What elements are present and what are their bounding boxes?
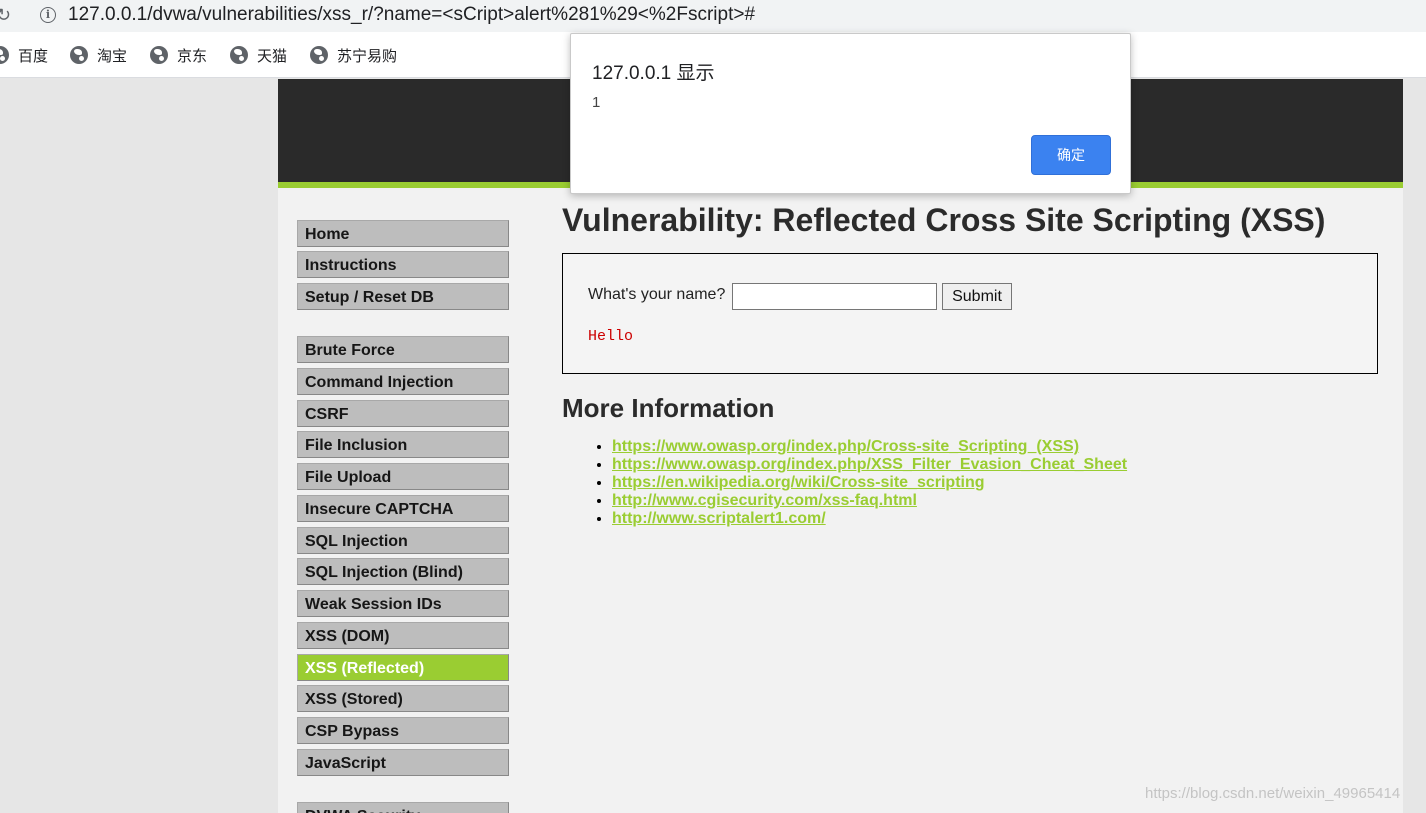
- reload-icon[interactable]: ↻: [0, 5, 11, 26]
- globe-icon: [310, 46, 328, 64]
- bookmark-label: 天猫: [257, 47, 288, 65]
- list-item: http://www.scriptalert1.com/: [612, 510, 1127, 528]
- sidebar-item-sql-injection[interactable]: SQL Injection: [297, 527, 509, 554]
- reference-links: https://www.owasp.org/index.php/Cross-si…: [612, 438, 1127, 528]
- reference-link[interactable]: http://www.scriptalert1.com/: [612, 510, 826, 527]
- sidebar-item-sql-injection-blind[interactable]: SQL Injection (Blind): [297, 558, 509, 585]
- bookmark-label: 苏宁易购: [337, 47, 398, 65]
- address-bar: ↻ i 127.0.0.1/dvwa/vulnerabilities/xss_r…: [0, 0, 1426, 32]
- list-item: https://en.wikipedia.org/wiki/Cross-site…: [612, 474, 1127, 492]
- globe-icon: [150, 46, 168, 64]
- sidebar-item-insecure-captcha[interactable]: Insecure CAPTCHA: [297, 495, 509, 522]
- list-item: https://www.owasp.org/index.php/Cross-si…: [612, 438, 1127, 456]
- bookmark-label: 淘宝: [97, 47, 128, 65]
- name-label: What's your name?: [588, 286, 726, 303]
- bookmark-item[interactable]: 百度: [0, 45, 48, 65]
- sidebar-item-csp-bypass[interactable]: CSP Bypass: [297, 717, 509, 744]
- sidebar-item-xss-dom[interactable]: XSS (DOM): [297, 622, 509, 649]
- reflected-output: Hello: [588, 328, 634, 345]
- sidebar-item-instructions[interactable]: Instructions: [297, 251, 509, 278]
- globe-icon: [0, 46, 9, 64]
- sidebar-item-file-inclusion[interactable]: File Inclusion: [297, 431, 509, 458]
- alert-dialog: 127.0.0.1 显示 1 确定: [570, 33, 1131, 194]
- page-title: Vulnerability: Reflected Cross Site Scri…: [562, 202, 1326, 238]
- bookmark-label: 百度: [18, 47, 49, 65]
- reference-link[interactable]: https://en.wikipedia.org/wiki/Cross-site…: [612, 474, 985, 491]
- bookmark-item[interactable]: 京东: [150, 45, 207, 65]
- sidebar-item-javascript[interactable]: JavaScript: [297, 749, 509, 776]
- sidebar-item-setup[interactable]: Setup / Reset DB: [297, 283, 509, 310]
- reference-link[interactable]: http://www.cgisecurity.com/xss-faq.html: [612, 492, 917, 509]
- sidebar-item-weak-session-ids[interactable]: Weak Session IDs: [297, 590, 509, 617]
- sidebar-item-dvwa-security[interactable]: DVWA Security: [297, 802, 509, 813]
- sidebar-item-file-upload[interactable]: File Upload: [297, 463, 509, 490]
- dialog-message: 1: [592, 94, 601, 111]
- bookmark-item[interactable]: 苏宁易购: [310, 45, 397, 65]
- more-information-heading: More Information: [562, 393, 775, 423]
- name-input[interactable]: [732, 283, 937, 310]
- submit-button[interactable]: Submit: [942, 283, 1012, 310]
- sidebar-item-xss-reflected[interactable]: XSS (Reflected): [297, 654, 509, 681]
- dialog-ok-button[interactable]: 确定: [1031, 135, 1111, 175]
- dialog-title: 127.0.0.1 显示: [592, 63, 715, 84]
- sidebar-item-command-injection[interactable]: Command Injection: [297, 368, 509, 395]
- bookmark-item[interactable]: 淘宝: [70, 45, 127, 65]
- bookmark-item[interactable]: 天猫: [230, 45, 287, 65]
- sidebar-item-brute-force[interactable]: Brute Force: [297, 336, 509, 363]
- bookmark-label: 京东: [177, 47, 208, 65]
- watermark: https://blog.csdn.net/weixin_49965414: [1145, 785, 1401, 802]
- globe-icon: [230, 46, 248, 64]
- sidebar-item-csrf[interactable]: CSRF: [297, 400, 509, 427]
- sidebar-item-xss-stored[interactable]: XSS (Stored): [297, 685, 509, 712]
- reference-link[interactable]: https://www.owasp.org/index.php/Cross-si…: [612, 438, 1079, 455]
- reference-link[interactable]: https://www.owasp.org/index.php/XSS_Filt…: [612, 456, 1127, 473]
- list-item: https://www.owasp.org/index.php/XSS_Filt…: [612, 456, 1127, 474]
- globe-icon: [70, 46, 88, 64]
- site-info-icon[interactable]: i: [40, 7, 56, 23]
- url-text[interactable]: 127.0.0.1/dvwa/vulnerabilities/xss_r/?na…: [68, 4, 755, 26]
- list-item: http://www.cgisecurity.com/xss-faq.html: [612, 492, 1127, 510]
- vulnerable-form-box: What's your name? Submit Hello: [562, 253, 1378, 374]
- sidebar-item-home[interactable]: Home: [297, 220, 509, 247]
